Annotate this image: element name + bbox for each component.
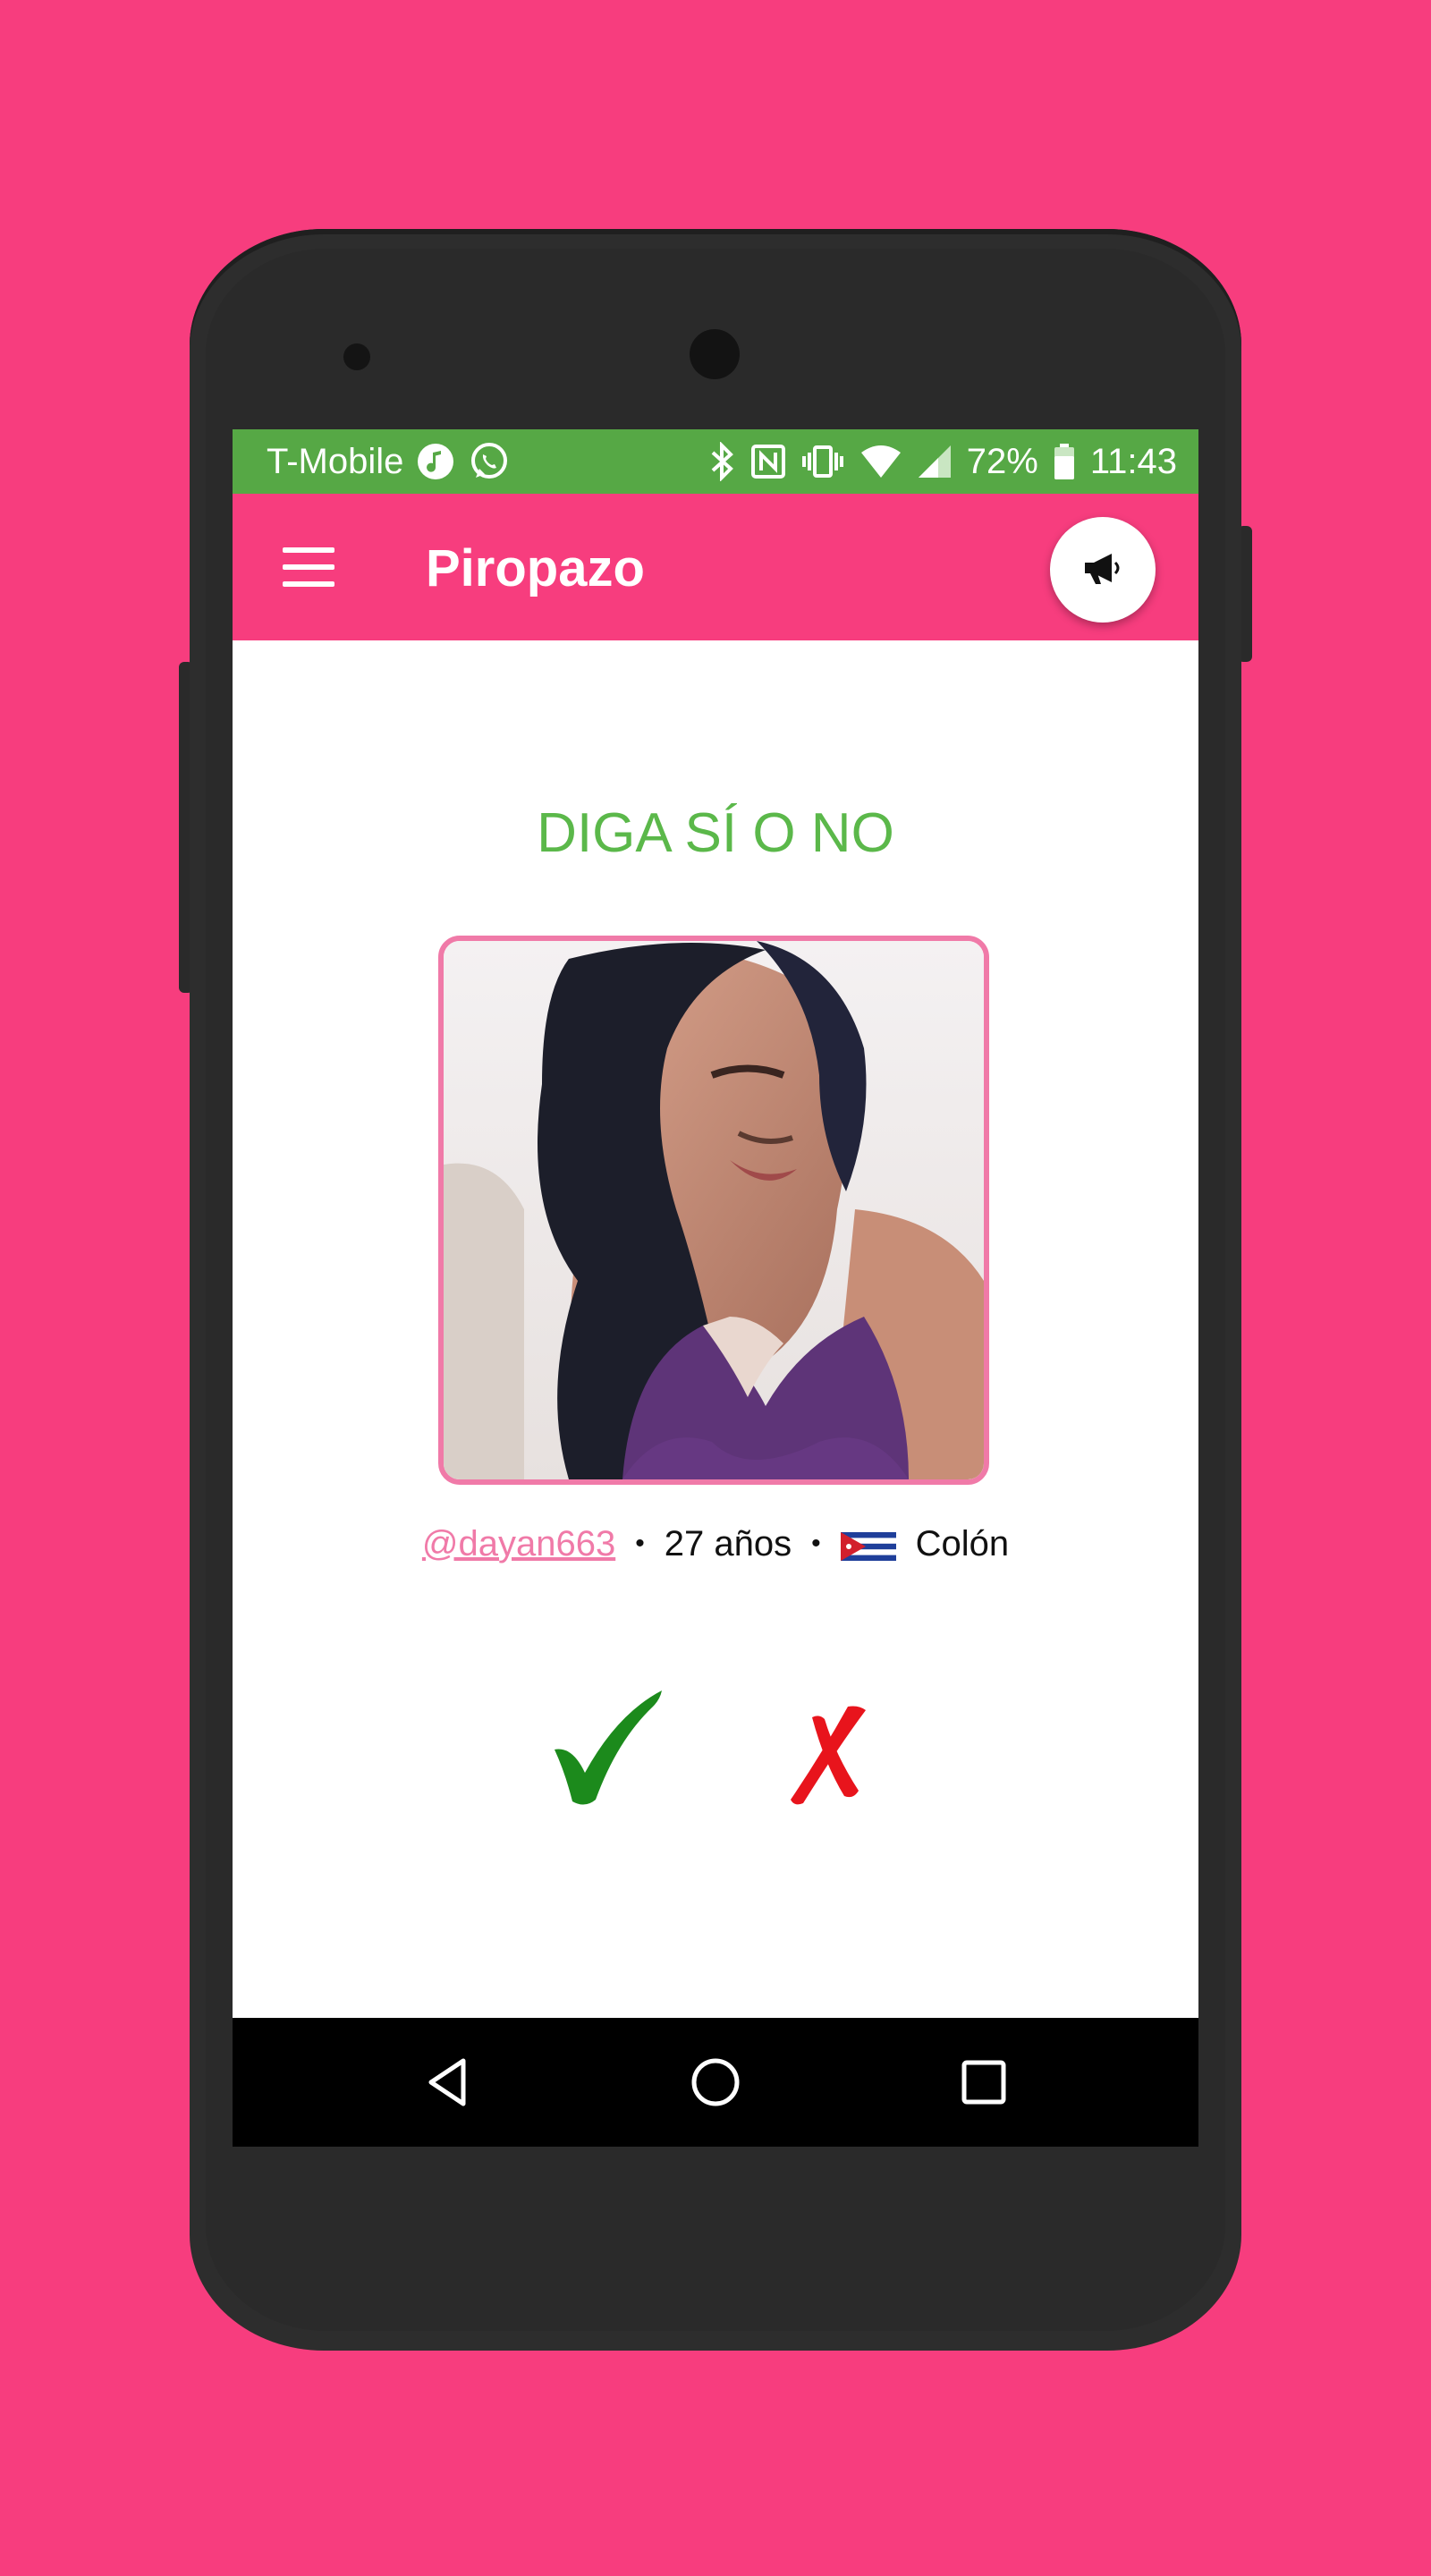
back-triangle-icon[interactable] <box>420 2055 474 2109</box>
megaphone-button[interactable] <box>1050 517 1156 623</box>
whatsapp-icon <box>468 440 511 483</box>
signal-icon <box>917 444 953 479</box>
profile-photo-image <box>444 941 984 1479</box>
profile-photo[interactable] <box>438 936 989 1485</box>
battery-percent: 72% <box>966 441 1038 481</box>
nfc-icon <box>750 444 786 479</box>
main-content: DIGA SÍ O NO @dayan663 • 27 años • Colón <box>233 640 1198 2018</box>
status-bar-left: T-Mobile <box>267 429 511 494</box>
recents-square-icon[interactable] <box>957 2055 1011 2109</box>
bluetooth-icon <box>709 442 736 481</box>
music-note-icon <box>416 442 455 481</box>
profile-info-row: @dayan663 • 27 años • Colón <box>233 1517 1198 1571</box>
clock: 11:43 <box>1089 441 1177 481</box>
phone-screen: T-Mobile 72% 11:43 Piropazo DIGA SÍ O NO… <box>233 429 1198 2147</box>
status-bar-right: 72% 11:43 <box>709 429 1177 494</box>
check-mark-icon <box>555 1690 662 1805</box>
profile-age: 27 años <box>664 1523 792 1563</box>
no-button[interactable] <box>785 1701 875 1809</box>
home-circle-icon[interactable] <box>689 2055 742 2109</box>
vibrate-icon <box>800 444 845 479</box>
page-title: DIGA SÍ O NO <box>537 802 894 864</box>
separator-dot: • <box>635 1529 645 1558</box>
wifi-icon <box>859 444 902 479</box>
profile-location: Colón <box>915 1523 1010 1563</box>
app-title: Piropazo <box>426 539 645 597</box>
status-bar: T-Mobile 72% 11:43 <box>233 429 1198 494</box>
vote-actions <box>233 1687 1198 1812</box>
separator-dot: • <box>811 1529 821 1558</box>
battery-icon <box>1053 442 1076 481</box>
cuba-flag-icon <box>840 1530 896 1561</box>
phone-sensor-dot <box>343 343 370 370</box>
profile-username-link[interactable]: @dayan663 <box>422 1524 615 1564</box>
app-bar: Piropazo <box>233 494 1198 640</box>
x-mark-icon <box>791 1706 866 1805</box>
hamburger-menu-icon[interactable] <box>283 547 334 587</box>
phone-camera <box>690 329 740 379</box>
yes-button[interactable] <box>546 1687 671 1812</box>
navigation-bar <box>233 2018 1198 2147</box>
megaphone-icon <box>1081 550 1124 590</box>
carrier-name: T-Mobile <box>267 441 404 481</box>
